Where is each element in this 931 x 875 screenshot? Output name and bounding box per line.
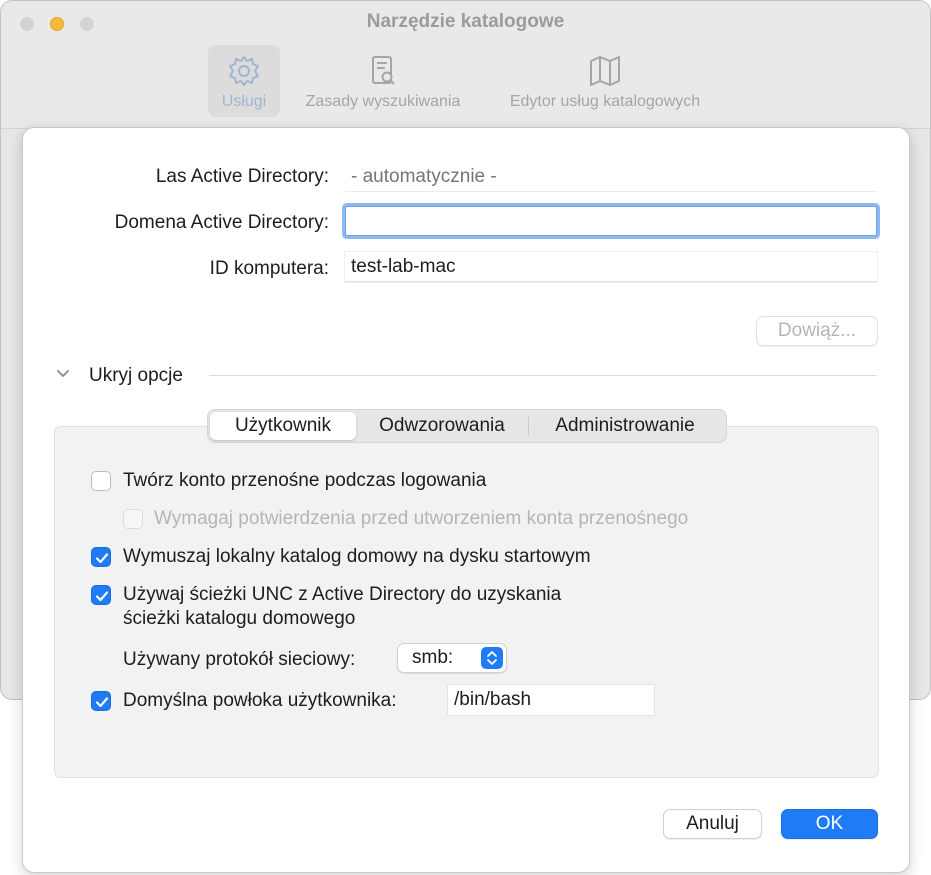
default-shell-checkbox[interactable] (91, 691, 111, 711)
active-directory-sheet: Las Active Directory: Domena Active Dire… (22, 127, 910, 873)
force-local-home-checkbox[interactable] (91, 547, 111, 567)
default-shell-label: Domyślna powłoka użytkownika: (123, 690, 397, 711)
computer-id-label: ID komputera: (209, 258, 329, 279)
options-tabs: Użytkownik Odwzorowania Administrowanie (207, 409, 727, 443)
search-document-icon (372, 56, 395, 85)
map-icon (590, 56, 620, 86)
use-unc-checkbox[interactable] (91, 585, 111, 605)
checkmark-icon (95, 697, 109, 708)
gear-icon (229, 56, 259, 86)
force-local-home-label: Wymuszaj lokalny katalog domowy na dysku… (123, 546, 591, 567)
tab-mappings[interactable]: Odwzorowania (356, 412, 528, 440)
protocol-label: Używany protokół sieciowy: (123, 649, 356, 670)
window-title: Narzędzie katalogowe (366, 11, 565, 32)
hide-options-toggle[interactable]: Ukryj opcje (89, 365, 183, 387)
require-confirmation-checkbox[interactable] (123, 509, 143, 529)
protocol-value: smb: (412, 647, 454, 668)
default-shell-input[interactable] (448, 685, 654, 715)
toolbar-search-policy-label: Zasady wyszukiwania (305, 93, 461, 110)
bind-button[interactable]: Dowiąż... (756, 316, 878, 346)
chevron-down-icon[interactable] (53, 364, 73, 384)
checkmark-icon (95, 553, 109, 564)
titlebar: Narzędzie katalogowe Usługi Zasady wyszu… (1, 1, 930, 129)
checkmark-icon (95, 591, 109, 602)
toolbar-directory-editor-label: Edytor usług katalogowych (509, 93, 701, 110)
toolbar-search-policy[interactable]: Zasady wyszukiwania (291, 45, 475, 117)
domain-label: Domena Active Directory: (114, 212, 329, 233)
domain-input[interactable] (345, 206, 877, 236)
mobile-account-label: Twórz konto przenośne podczas logowania (123, 470, 487, 491)
forest-input[interactable] (345, 162, 877, 192)
use-unc-label-line1: Używaj ścieżki UNC z Active Directory do… (123, 584, 562, 605)
up-down-chevron-icon (481, 647, 503, 669)
toolbar-services-label: Usługi (221, 93, 267, 110)
tab-administrative[interactable]: Administrowanie (529, 412, 721, 440)
mobile-account-checkbox[interactable] (91, 471, 111, 491)
require-confirmation-label: Wymagaj potwierdzenia przed utworzeniem … (154, 508, 689, 529)
forest-label: Las Active Directory: (155, 166, 329, 187)
use-unc-label-line2: ścieżki katalogu domowego (123, 608, 356, 629)
divider (209, 375, 877, 376)
protocol-popup[interactable]: smb: (397, 643, 507, 673)
cancel-button[interactable]: Anuluj (663, 809, 762, 839)
toolbar-services[interactable]: Usługi (208, 45, 280, 117)
ok-button[interactable]: OK (781, 809, 878, 839)
computer-id-input[interactable] (345, 252, 877, 282)
toolbar-directory-editor[interactable]: Edytor usług katalogowych (491, 45, 719, 117)
tab-user[interactable]: Użytkownik (210, 412, 356, 440)
